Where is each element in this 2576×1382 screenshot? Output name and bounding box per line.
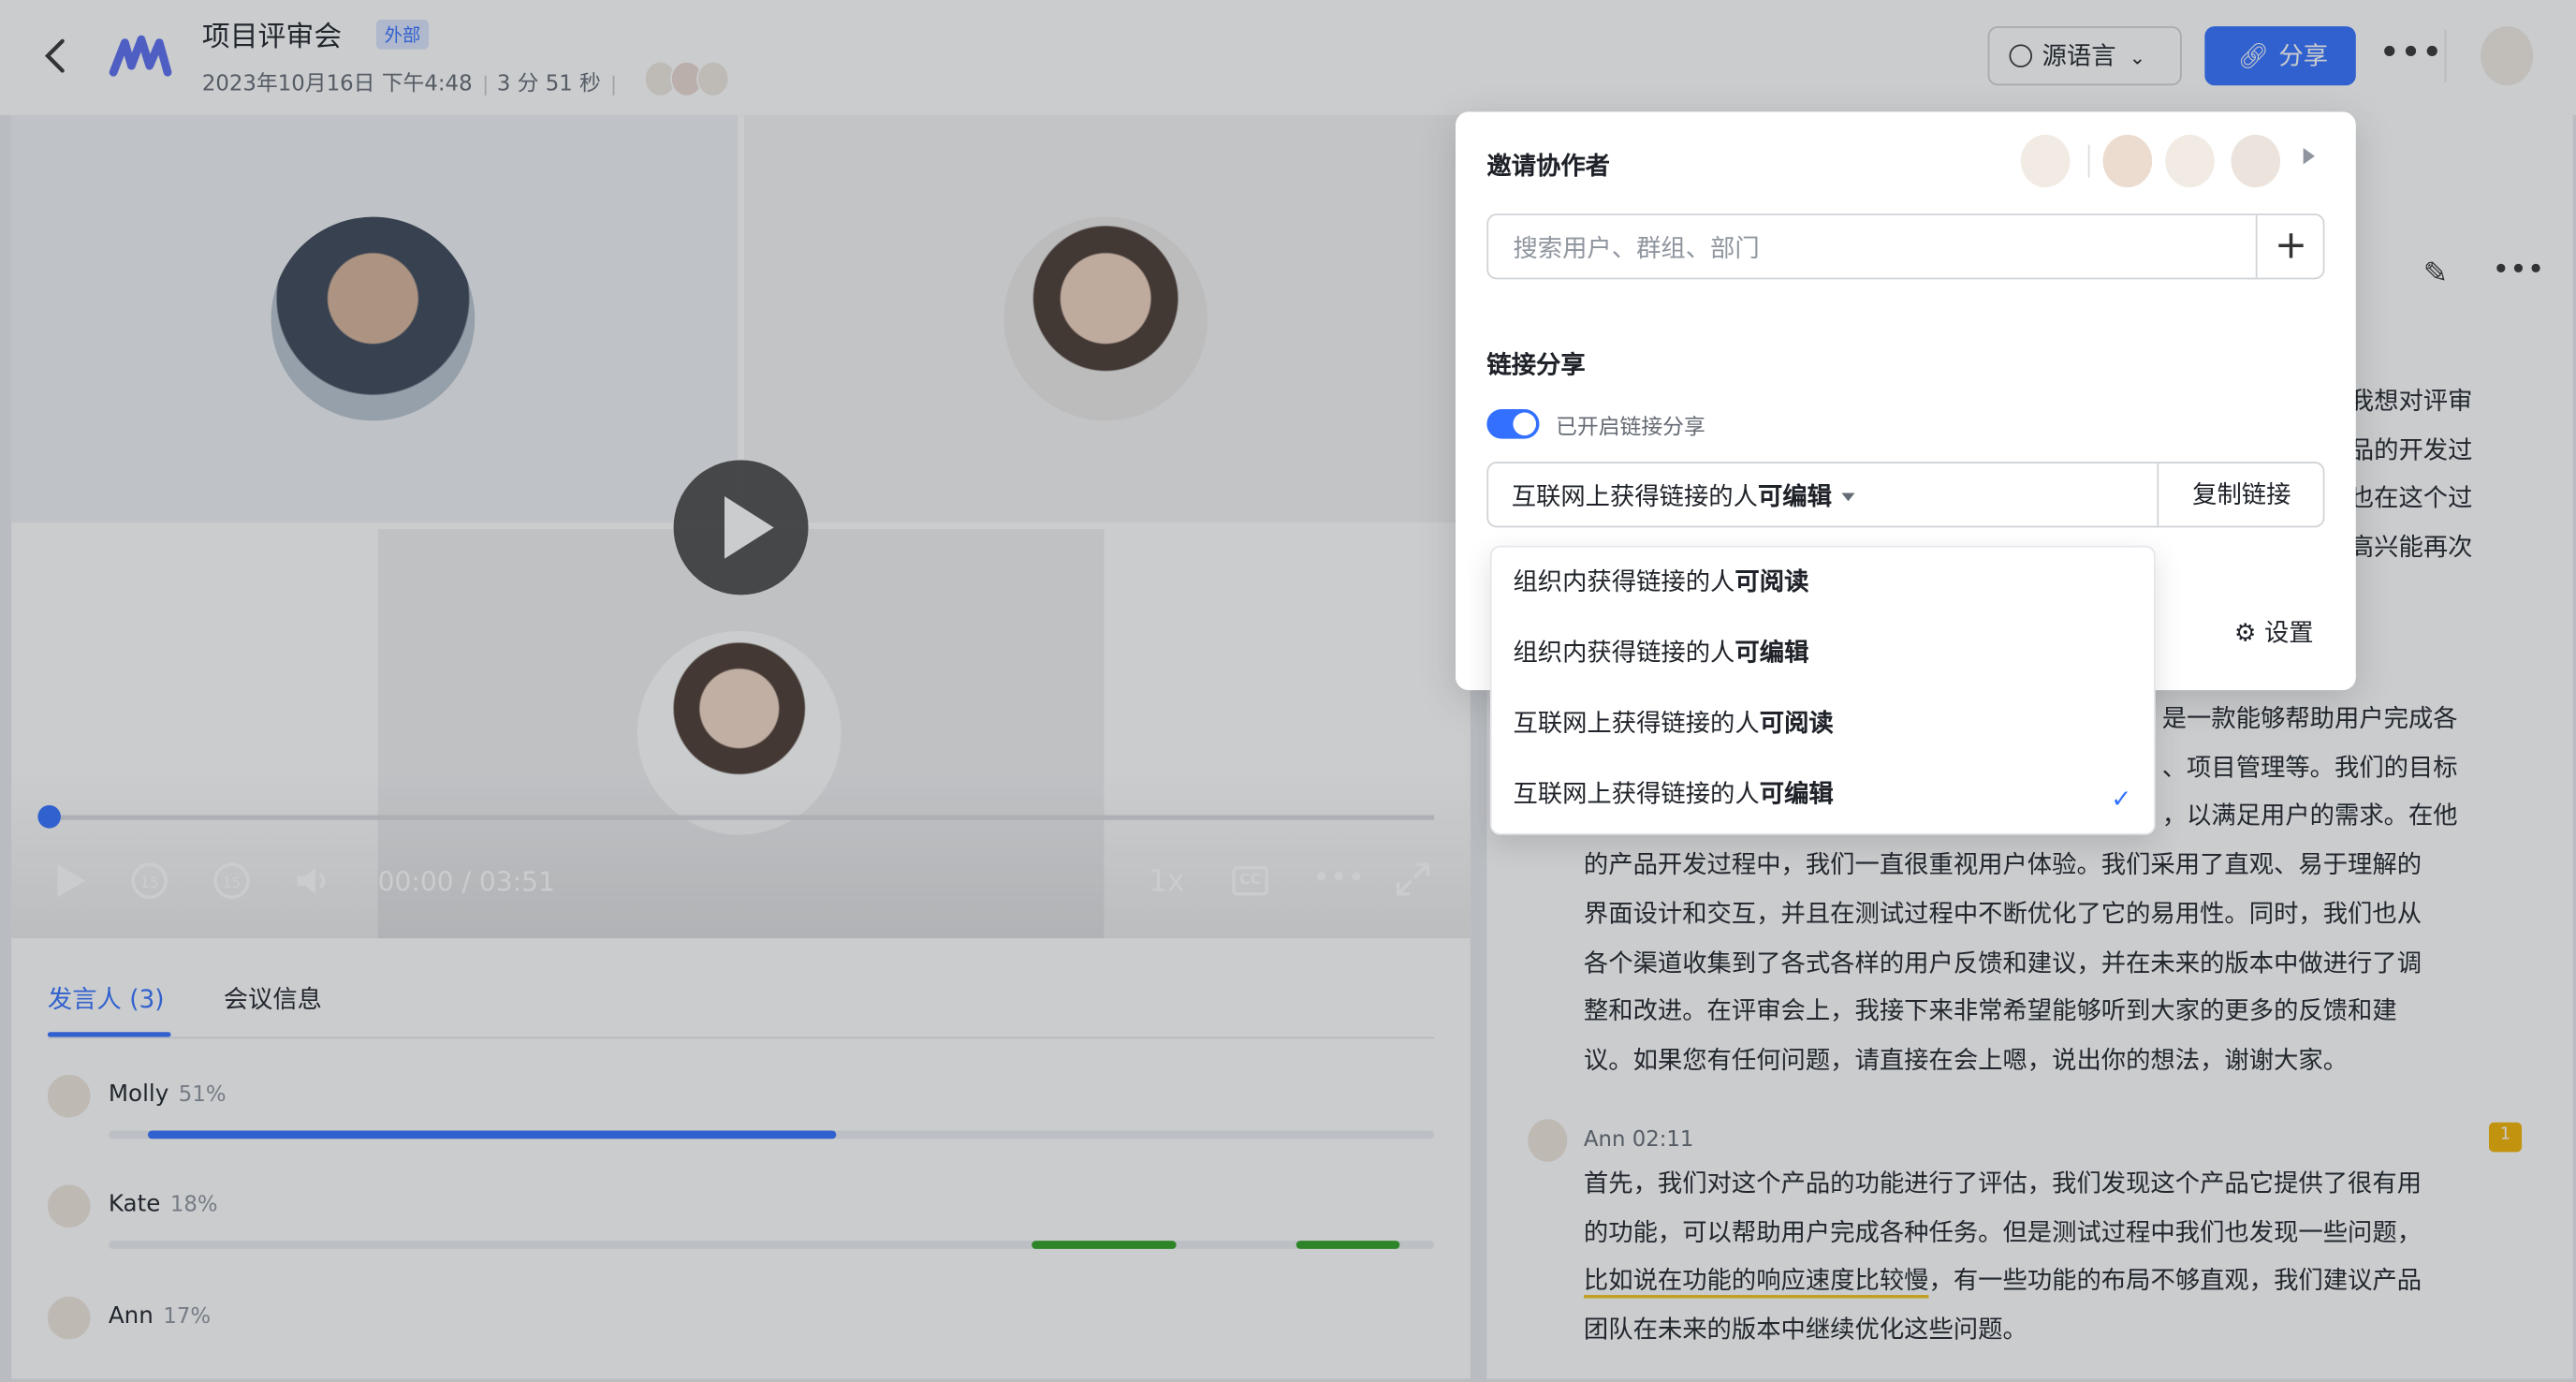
avatar <box>2102 134 2153 188</box>
option-level: 可编辑 <box>1734 637 1809 668</box>
settings-label: 设置 <box>2263 617 2314 648</box>
avatar <box>2020 134 2071 188</box>
selected-permission: 互联网上获得链接的人可编辑 <box>1512 478 1855 513</box>
option-level: 可阅读 <box>1759 708 1834 739</box>
link-permission-select[interactable]: 互联网上获得链接的人可编辑 复制链接 <box>1486 462 2325 528</box>
invite-search-input[interactable]: 搜索用户、群组、部门 + <box>1486 213 2325 280</box>
checkmark-icon: ✓ <box>2111 784 2132 814</box>
avatar <box>2165 134 2215 188</box>
permission-option-selected[interactable]: 互联网上获得链接的人可编辑 <box>1513 775 2137 825</box>
permission-option[interactable]: 组织内获得链接的人可阅读 <box>1513 564 2137 613</box>
caret-down-icon <box>1841 493 1855 502</box>
link-share-section: 链接分享 已开启链接分享 互联网上获得链接的人可编辑 复制链接 <box>1463 336 2340 567</box>
option-scope: 互联网上获得链接的人 <box>1513 778 1760 809</box>
link-share-toggle-label: 已开启链接分享 <box>1556 416 1705 441</box>
option-level: 可编辑 <box>1759 778 1834 809</box>
option-scope: 互联网上获得链接的人 <box>1513 708 1760 739</box>
app-root: 项目评审会 外部 2023年10月16日 下午4:48 3 分 51 秒 源语言 ⌄… <box>0 0 2576 1382</box>
search-placeholder: 搜索用户、群组、部门 <box>1513 233 1760 263</box>
gear-icon: ⚙ <box>2233 617 2257 648</box>
copy-link-button[interactable]: 复制链接 <box>2157 463 2324 526</box>
option-scope: 组织内获得链接的人 <box>1513 566 1735 597</box>
invite-title: 邀请协作者 <box>1486 151 1611 182</box>
permission-option[interactable]: 组织内获得链接的人可编辑 <box>1513 634 2137 684</box>
permission-option[interactable]: 互联网上获得链接的人可阅读 <box>1513 705 2137 755</box>
divider <box>2087 144 2090 178</box>
settings-button[interactable]: ⚙ 设置 <box>2234 614 2314 649</box>
link-share-title: 链接分享 <box>1486 349 1586 380</box>
permission-level: 可编辑 <box>1757 481 1832 511</box>
permission-scope: 互联网上获得链接的人 <box>1511 481 1758 511</box>
permission-dropdown: 组织内获得链接的人可阅读 组织内获得链接的人可编辑 互联网上获得链接的人可阅读 … <box>1489 545 2156 835</box>
option-scope: 组织内获得链接的人 <box>1513 637 1735 668</box>
caret-right-icon[interactable] <box>2303 147 2315 165</box>
link-share-toggle[interactable] <box>1486 409 1540 439</box>
add-icon[interactable]: + <box>2255 214 2325 278</box>
collaborator-avatars[interactable] <box>2020 134 2333 191</box>
option-level: 可阅读 <box>1734 566 1809 597</box>
avatar <box>2231 134 2281 188</box>
